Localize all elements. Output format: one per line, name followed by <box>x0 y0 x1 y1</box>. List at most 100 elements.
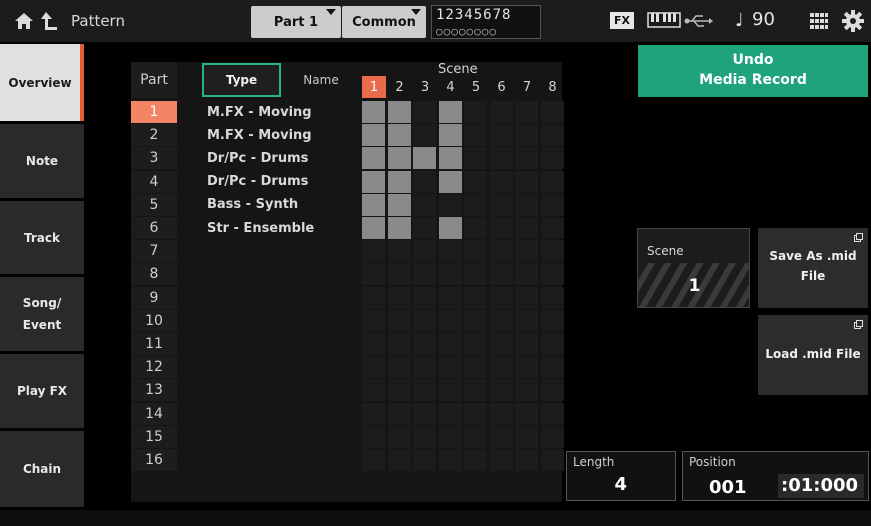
scene-cell[interactable] <box>489 101 513 123</box>
scene-cell[interactable] <box>515 147 538 170</box>
scene-cell[interactable] <box>362 147 385 170</box>
scene-cell[interactable] <box>540 333 564 355</box>
scene-cell[interactable] <box>362 449 385 471</box>
scene-cell[interactable] <box>387 425 411 448</box>
scene-cell[interactable] <box>540 263 564 286</box>
scene-cell[interactable] <box>464 217 487 239</box>
scene-header-6[interactable]: 6 <box>490 76 514 98</box>
undo-button[interactable]: Undo Media Record <box>638 45 868 97</box>
scene-cell[interactable] <box>540 240 564 263</box>
scene-cell[interactable] <box>438 402 462 425</box>
scene-cell[interactable] <box>515 402 538 425</box>
scene-header-5[interactable]: 5 <box>464 76 488 98</box>
scene-cell[interactable] <box>438 101 462 123</box>
scene-cell[interactable] <box>438 240 462 263</box>
scene-cell[interactable] <box>515 101 538 123</box>
scene-cell[interactable] <box>540 147 564 170</box>
back-arrow-icon[interactable] <box>40 11 58 31</box>
scene-cell[interactable] <box>362 286 385 309</box>
scene-header-3[interactable]: 3 <box>413 76 437 98</box>
table-row[interactable]: 11 <box>131 333 564 356</box>
scene-cell[interactable] <box>489 286 513 309</box>
scene-cell[interactable] <box>515 449 538 471</box>
scene-cell[interactable] <box>489 309 513 332</box>
scene-cell[interactable] <box>489 170 513 193</box>
scene-cell[interactable] <box>438 379 462 402</box>
scene-cell[interactable] <box>540 309 564 332</box>
scene-cell[interactable] <box>362 217 385 239</box>
table-row[interactable]: 10 <box>131 309 564 333</box>
scene-cell[interactable] <box>438 333 462 355</box>
scene-cell[interactable] <box>464 356 487 379</box>
save-as-mid-button[interactable]: Save As .mid File <box>758 228 868 308</box>
scene-cell[interactable] <box>489 217 513 239</box>
scene-cell[interactable] <box>489 449 513 471</box>
scene-cell[interactable] <box>362 101 385 123</box>
scene-cell[interactable] <box>413 193 436 216</box>
scene-cell[interactable] <box>362 193 385 216</box>
scene-cell[interactable] <box>515 356 538 379</box>
scene-cell[interactable] <box>464 402 487 425</box>
scene-cell[interactable] <box>387 124 411 147</box>
part-select-button[interactable]: Part 1 <box>251 6 341 38</box>
position-beat[interactable]: :01:000 <box>778 474 864 498</box>
scene-cell[interactable] <box>438 193 462 216</box>
scene-cell[interactable] <box>489 124 513 147</box>
common-button[interactable]: Common <box>342 6 426 38</box>
table-row[interactable]: 12 <box>131 356 564 379</box>
scene-cell[interactable] <box>540 193 564 216</box>
scene-cell[interactable] <box>515 379 538 402</box>
scene-cell[interactable] <box>489 193 513 216</box>
scene-cell[interactable] <box>387 240 411 263</box>
table-row[interactable]: 14 <box>131 402 564 426</box>
scene-cell[interactable] <box>387 147 411 170</box>
scene-cell[interactable] <box>515 309 538 332</box>
scene-cell[interactable] <box>464 425 487 448</box>
scene-cell[interactable] <box>387 101 411 123</box>
scene-cell[interactable] <box>540 425 564 448</box>
scene-cell[interactable] <box>413 170 436 193</box>
sidebar-tab-note[interactable]: Note <box>0 124 84 198</box>
scene-cell[interactable] <box>387 333 411 355</box>
scene-cell[interactable] <box>540 379 564 402</box>
load-mid-button[interactable]: Load .mid File <box>758 315 868 395</box>
scene-cell[interactable] <box>413 240 436 263</box>
scene-cell[interactable] <box>464 286 487 309</box>
scene-cell[interactable] <box>438 309 462 332</box>
grid-icon[interactable] <box>809 12 829 30</box>
scene-cell[interactable] <box>515 217 538 239</box>
table-row[interactable]: 7 <box>131 240 564 263</box>
scene-cell[interactable] <box>515 240 538 263</box>
scene-cell[interactable] <box>387 286 411 309</box>
scene-cell[interactable] <box>515 170 538 193</box>
scene-cell[interactable] <box>387 309 411 332</box>
scene-cell[interactable] <box>464 101 487 123</box>
scene-header-1[interactable]: 1 <box>362 76 386 98</box>
scene-header-2[interactable]: 2 <box>388 76 412 98</box>
scene-cell[interactable] <box>464 263 487 286</box>
scene-header-4[interactable]: 4 <box>439 76 463 98</box>
scene-cell[interactable] <box>362 402 385 425</box>
sidebar-tab-play-fx[interactable]: Play FX <box>0 354 84 428</box>
scene-cell[interactable] <box>387 170 411 193</box>
scene-cell[interactable] <box>489 402 513 425</box>
scene-cell[interactable] <box>438 449 462 471</box>
table-row[interactable]: 6 Str - Ensemble <box>131 217 564 240</box>
table-row[interactable]: 1 M.FX - Moving <box>131 101 564 124</box>
scene-cell[interactable] <box>387 402 411 425</box>
scene-cell[interactable] <box>464 124 487 147</box>
scene-cell[interactable] <box>515 425 538 448</box>
table-row[interactable]: 3 Dr/Pc - Drums <box>131 147 564 170</box>
scene-cell[interactable] <box>489 379 513 402</box>
scene-cell[interactable] <box>464 240 487 263</box>
scene-selector[interactable]: Scene 1 <box>637 228 750 308</box>
table-row[interactable]: 5 Bass - Synth <box>131 193 564 217</box>
scene-cell[interactable] <box>489 240 513 263</box>
scene-cell[interactable] <box>540 449 564 471</box>
scene-cell[interactable] <box>540 170 564 193</box>
position-measure[interactable]: 001 <box>694 477 774 499</box>
sidebar-tab-track[interactable]: Track <box>0 201 84 274</box>
scene-cell[interactable] <box>464 147 487 170</box>
tempo-value[interactable]: 90 <box>752 9 775 30</box>
scene-cell[interactable] <box>438 217 462 239</box>
